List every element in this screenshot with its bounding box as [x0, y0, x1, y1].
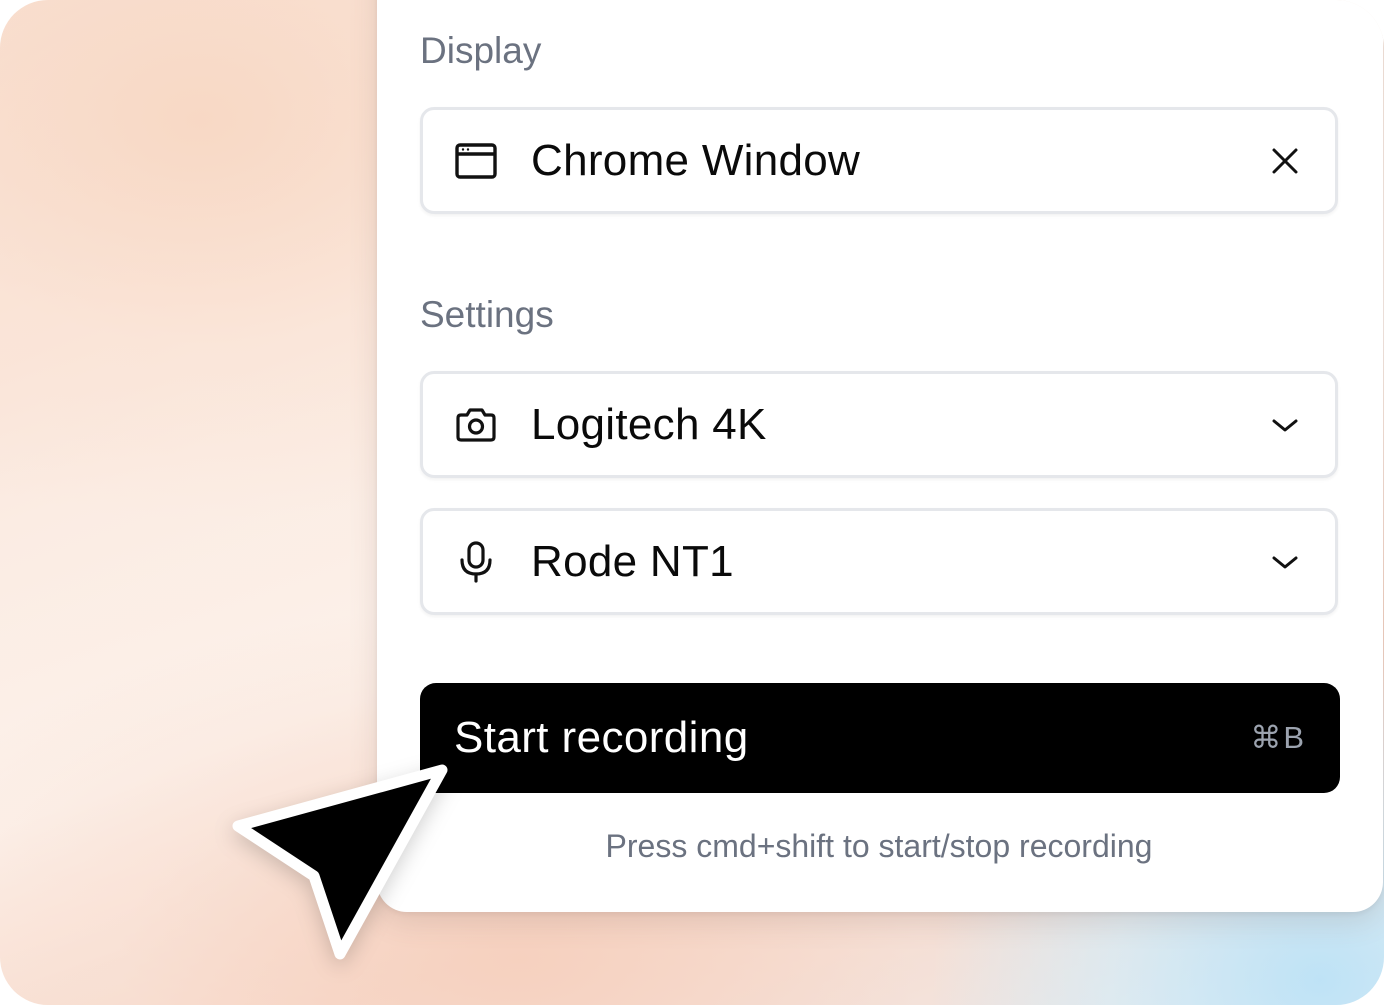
start-recording-label: Start recording [454, 713, 749, 762]
camera-icon [453, 402, 499, 448]
chevron-down-icon [1265, 405, 1305, 445]
microphone-select[interactable]: Rode NT1 [420, 508, 1338, 615]
display-section-label: Display [420, 30, 542, 71]
recording-hint: Press cmd+shift to start/stop recording [605, 828, 1153, 864]
browser-window-icon [453, 138, 499, 184]
arrow-cursor-icon [232, 764, 448, 960]
microphone-value: Rode NT1 [531, 536, 734, 586]
display-source-field[interactable]: Chrome Window [420, 107, 1338, 214]
chevron-down-icon [1265, 542, 1305, 582]
settings-section-label: Settings [420, 294, 554, 335]
start-recording-button[interactable]: Start recording ⌘B [420, 683, 1340, 793]
close-icon[interactable] [1265, 141, 1305, 181]
keyboard-shortcut: ⌘B [1250, 720, 1306, 755]
camera-select[interactable]: Logitech 4K [420, 371, 1338, 478]
display-source-value: Chrome Window [531, 135, 861, 185]
camera-value: Logitech 4K [531, 399, 767, 449]
microphone-icon [453, 539, 499, 585]
background: Display Chrome Window Settings Logitech … [0, 0, 1384, 1005]
